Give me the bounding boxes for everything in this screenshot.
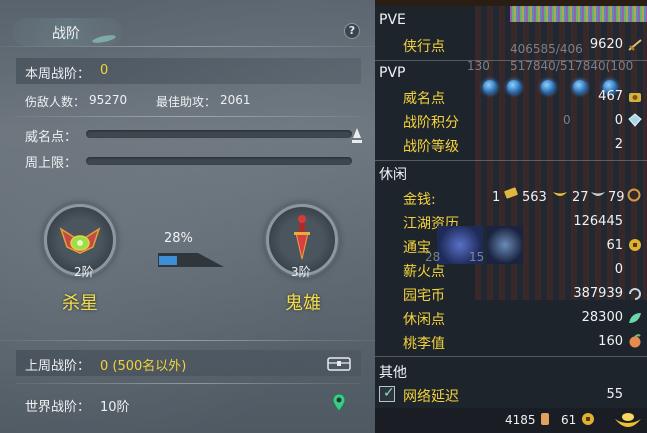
gold-ingot-icon — [504, 187, 518, 199]
rank-points-value: 0 — [614, 113, 623, 128]
chivalry-label: 侠行点 — [403, 39, 445, 55]
pve-divider — [375, 60, 647, 61]
copper-coin-icon — [627, 188, 641, 202]
panel-title: 战阶 — [52, 26, 80, 42]
peach-icon — [629, 334, 641, 348]
pve-section-header: PVE — [379, 12, 406, 28]
defeated-label: 伤敌人数： — [25, 95, 86, 109]
rank-points-label: 战阶积分 — [403, 115, 459, 131]
gem-icon — [573, 80, 587, 94]
other-section-header: 其他 — [379, 365, 407, 381]
best-assist-label: 最佳助攻： — [156, 95, 217, 109]
tongbao-value: 61 — [606, 238, 623, 253]
panel-title-bar: 战阶 — [0, 14, 375, 50]
bottom-coin-icon — [582, 413, 594, 425]
prestige-label: 威名点： — [25, 130, 78, 145]
rank-level-value: 2 — [614, 137, 623, 152]
last-week-label: 上周战阶： — [25, 359, 91, 374]
pvp-section-header: PVP — [379, 65, 406, 81]
money-extra-value: 79 — [608, 190, 625, 205]
bottom-status-bar: 4185 61 — [375, 408, 647, 433]
money-silver-value: 563 — [522, 190, 547, 205]
leisure-section-header: 休闲 — [379, 167, 407, 183]
gem-icon — [541, 80, 555, 94]
battle-rank-panel: 战阶 ? 本周战阶： 0 伤敌人数： 95270 最佳助攻： 2061 威名点：… — [0, 0, 375, 433]
prestige-badge-icon — [629, 93, 641, 102]
gem-icon — [507, 80, 521, 94]
last-week-value: 0 (500名以外) — [100, 359, 187, 374]
overlay-hp-text-1: 406585/406 — [510, 42, 583, 56]
prestige-bar — [86, 130, 352, 138]
rank-progress-percent: 28% — [164, 231, 193, 246]
sword-icon — [628, 39, 642, 51]
overlay-zero-text: 0 — [563, 113, 571, 127]
chivalry-value: 9620 — [589, 37, 623, 52]
crystal-icon — [628, 113, 642, 127]
world-rank-label: 世界战阶： — [25, 400, 91, 415]
money-label: 金钱: — [403, 192, 436, 208]
emblem-divider — [0, 340, 375, 341]
swirl-coin-icon — [629, 288, 641, 300]
pvp-divider — [375, 160, 647, 161]
item-slot-2-icon[interactable] — [487, 226, 523, 264]
money-copper-value: 27 — [572, 190, 589, 205]
last-week-divider — [16, 383, 361, 384]
current-rank-name: 杀星 — [62, 293, 98, 314]
reward-chest-icon[interactable] — [327, 355, 351, 371]
peach-value: 160 — [598, 334, 623, 349]
weekly-cap-label: 周上限： — [25, 156, 78, 171]
check-icon: ✓ — [383, 385, 395, 401]
weekly-cap-bar — [86, 157, 352, 165]
location-pin-icon[interactable] — [332, 393, 346, 413]
latency-checkbox[interactable]: ✓ — [379, 385, 395, 402]
prestige-points-value: 467 — [598, 89, 623, 104]
latency-label: 网络延迟 — [403, 389, 459, 405]
stats-divider — [16, 116, 361, 117]
silver-yuanbao-icon — [591, 192, 605, 196]
character-currency-panel: 406585/406 130 517840/517840(100 PVE 侠行点… — [375, 0, 647, 433]
garden-coin-value: 387939 — [573, 286, 623, 301]
overlay-level-text: 130 — [467, 59, 490, 73]
garden-coin-label: 园宅币 — [403, 288, 445, 304]
gem-icon — [483, 80, 497, 94]
prestige-points-label: 威名点 — [403, 91, 445, 107]
rank-progress-fill — [159, 256, 177, 265]
tongbao-coin-icon — [629, 239, 641, 251]
gold-yuanbao-icon — [553, 192, 567, 196]
next-rank-name: 鬼雄 — [285, 293, 321, 314]
flag-marker-icon — [352, 128, 362, 143]
leisure-divider — [375, 356, 647, 357]
overlay-count-15: 15 — [469, 250, 485, 264]
firewood-label: 薪火点 — [403, 264, 445, 280]
current-rank-level: 2阶 — [74, 265, 94, 279]
leaf-icon — [629, 313, 641, 323]
overlay-hp-text-2: 517840/517840(100 — [510, 59, 634, 73]
top-edge-strip — [375, 0, 647, 6]
firewood-value: 0 — [614, 262, 623, 277]
rank-progress-bar — [158, 253, 224, 267]
best-assist-value: 2061 — [220, 93, 251, 107]
jianghu-value: 126445 — [573, 214, 623, 229]
peach-value-label: 桃李值 — [403, 336, 445, 352]
this-week-label: 本周战阶： — [25, 67, 91, 82]
help-icon[interactable]: ? — [344, 23, 360, 39]
ingot-shop-icon[interactable] — [613, 409, 643, 431]
money-gold-value: 1 — [492, 190, 501, 205]
this-week-value: 0 — [100, 63, 109, 78]
latency-value: 55 — [606, 387, 623, 402]
leisure-points-value: 28300 — [581, 310, 623, 325]
leisure-points-label: 休闲点 — [403, 312, 445, 328]
bottom-coins: 61 — [561, 413, 577, 427]
title-divider — [0, 46, 375, 47]
rank-level-label: 战阶等级 — [403, 139, 459, 155]
defeated-value: 95270 — [89, 93, 128, 107]
tongbao-label: 通宝 — [403, 240, 431, 256]
character-icon — [541, 413, 549, 425]
next-rank-level: 3阶 — [291, 265, 311, 279]
bottom-count: 4185 — [505, 413, 536, 427]
world-rank-value: 10阶 — [100, 400, 130, 415]
